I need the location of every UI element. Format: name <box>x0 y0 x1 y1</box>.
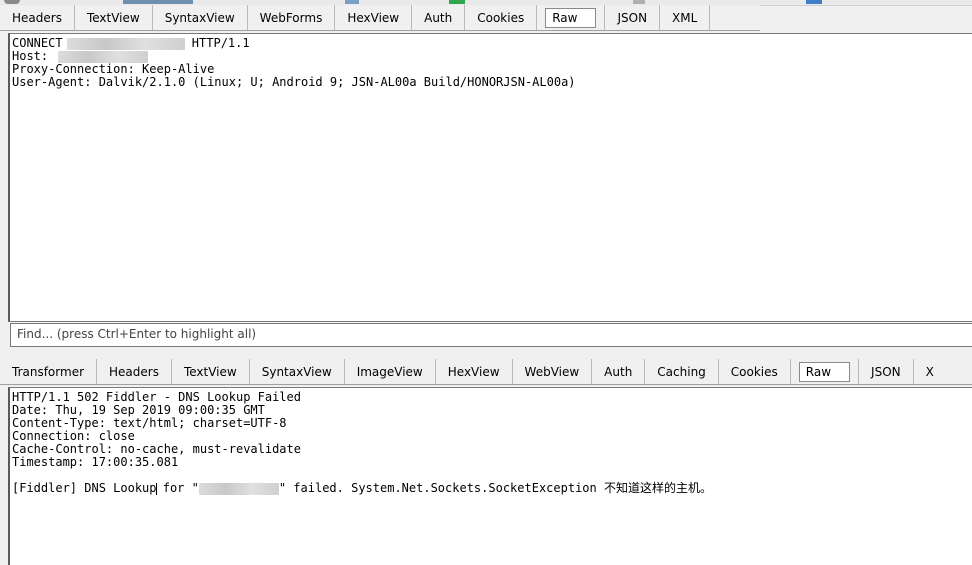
tab-imageview[interactable]: ImageView <box>345 359 436 384</box>
user-agent-header: User-Agent: Dalvik/2.1.0 (Linux; U; Andr… <box>12 75 576 89</box>
find-bar <box>10 323 972 347</box>
redacted-host <box>58 50 149 63</box>
tab-headers[interactable]: Headers <box>97 359 172 384</box>
tab-cookies[interactable]: Cookies <box>465 5 538 30</box>
tab-xml[interactable]: XML <box>660 5 711 30</box>
redacted-host <box>198 482 279 495</box>
tab-cookies[interactable]: Cookies <box>719 359 791 384</box>
response-tab-bar: Transformer Headers TextView SyntaxView … <box>0 359 972 385</box>
response-raw-pane[interactable]: HTTP/1.1 502 Fiddler - DNS Lookup Failed… <box>8 387 972 565</box>
tab-json[interactable]: JSON <box>605 5 661 30</box>
tab-xml[interactable]: X <box>914 359 946 384</box>
tab-syntaxview[interactable]: SyntaxView <box>153 5 248 30</box>
pane-splitter[interactable] <box>0 350 972 356</box>
timestamp-header: Timestamp: 17:00:35.081 <box>12 455 179 469</box>
tab-raw[interactable]: Raw <box>537 5 606 30</box>
tab-hexview[interactable]: HexView <box>436 359 513 384</box>
redacted-host <box>66 37 185 50</box>
tab-syntaxview[interactable]: SyntaxView <box>250 359 345 384</box>
tab-webforms[interactable]: WebForms <box>248 5 336 30</box>
tab-transformer[interactable]: Transformer <box>0 359 98 384</box>
tab-caching[interactable]: Caching <box>645 359 719 384</box>
content-type-header: Content-Type: text/html; charset=UTF-8 <box>12 416 287 430</box>
request-raw-pane[interactable]: CONNECT HTTP/1.1 Host: Proxy-Connection: K… <box>8 33 972 322</box>
tab-auth[interactable]: Auth <box>412 5 466 30</box>
tab-raw[interactable]: Raw <box>791 359 860 384</box>
tab-webview[interactable]: WebView <box>513 359 593 384</box>
tab-textview[interactable]: TextView <box>172 359 250 384</box>
tab-auth[interactable]: Auth <box>592 359 646 384</box>
error-message: [Fiddler] DNS Lookup for " " failed. Syst… <box>12 481 712 495</box>
tab-headers[interactable]: Headers <box>0 5 75 30</box>
tab-json[interactable]: JSON <box>859 359 914 384</box>
tab-hexview[interactable]: HexView <box>335 5 413 30</box>
tab-textview[interactable]: TextView <box>75 5 153 30</box>
request-line: CONNECT HTTP/1.1 <box>12 36 250 50</box>
response-raw-text: HTTP/1.1 502 Fiddler - DNS Lookup Failed… <box>10 388 972 498</box>
request-raw-text: CONNECT HTTP/1.1 Host: Proxy-Connection: K… <box>10 34 972 92</box>
request-tab-bar: Headers TextView SyntaxView WebForms Hex… <box>0 5 760 31</box>
find-input[interactable] <box>11 324 972 344</box>
